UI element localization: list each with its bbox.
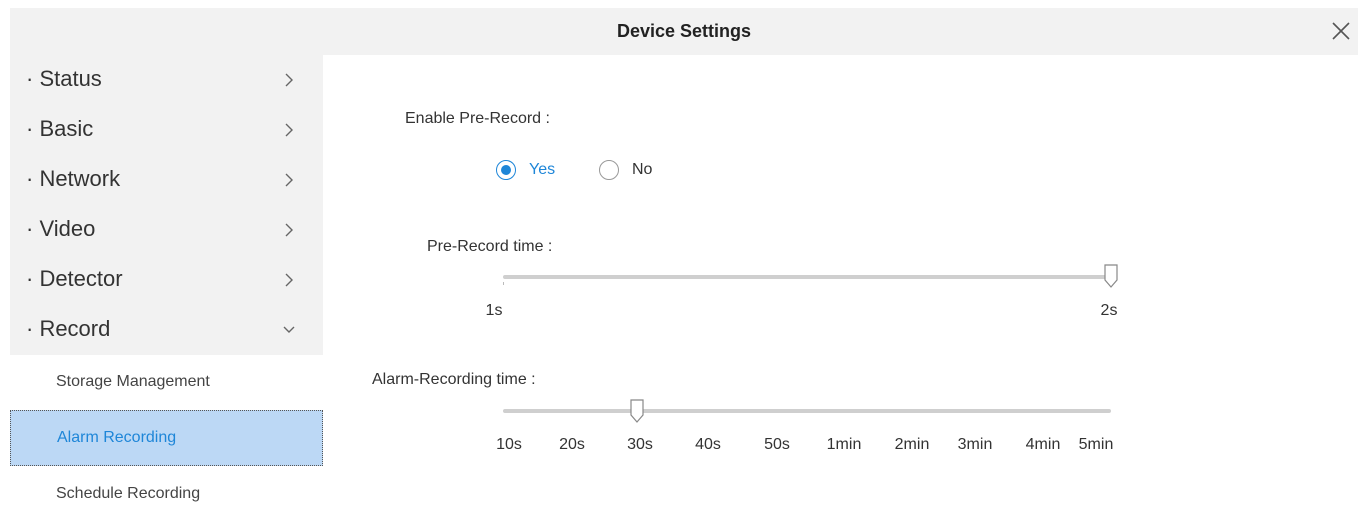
radio-label: Yes (529, 161, 556, 178)
sidebar-item-status[interactable]: · Status (10, 55, 323, 105)
submenu-item-storage-management[interactable]: Storage Management (10, 355, 323, 411)
slider-tick-label: 2s (1100, 302, 1118, 319)
submenu-item-label: Storage Management (56, 373, 210, 390)
submenu-item-label: Schedule Recording (56, 485, 201, 502)
pre-record-time-slider[interactable] (503, 275, 1111, 279)
close-icon[interactable] (1328, 18, 1354, 44)
sidebar-item-label: · Basic (26, 116, 94, 141)
slider-tick-label: 20s (559, 436, 585, 453)
chevron-right-icon (285, 123, 293, 137)
sidebar-item-basic[interactable]: · Basic (10, 105, 323, 155)
chevron-right-icon (285, 223, 293, 237)
pre-record-time-label: Pre-Record time : (427, 238, 553, 255)
sidebar-item-label: · Status (26, 66, 102, 91)
slider-tick-label: 30s (627, 436, 653, 453)
pre-record-time-slider-handle[interactable] (1104, 264, 1118, 288)
submenu-item-label: Alarm Recording (57, 429, 177, 446)
chevron-down-icon (283, 326, 295, 333)
sidebar: · Status · Basic · Network · Video · Det… (10, 55, 323, 527)
radio-label: No (632, 161, 653, 178)
enable-pre-record-label: Enable Pre-Record : (405, 110, 550, 127)
slider-tick (503, 282, 504, 285)
chevron-right-icon (285, 173, 293, 187)
sidebar-item-record[interactable]: · Record (10, 305, 323, 355)
slider-tick-label: 2min (894, 436, 930, 453)
title-bar: Device Settings (10, 8, 1358, 55)
slider-tick-label: 50s (764, 436, 790, 453)
slider-tick-label: 1s (485, 302, 503, 319)
page-title: Device Settings (616, 21, 752, 41)
slider-tick-label: 5min (1078, 436, 1114, 453)
sidebar-item-label: · Network (26, 166, 121, 191)
slider-tick-label: 1min (826, 436, 862, 453)
alarm-recording-time-slider[interactable] (503, 409, 1111, 413)
sidebar-item-label: · Video (26, 216, 96, 241)
sidebar-item-label: · Detector (26, 266, 123, 291)
slider-tick-label: 3min (957, 436, 993, 453)
sidebar-item-network[interactable]: · Network (10, 155, 323, 205)
sidebar-item-detector[interactable]: · Detector (10, 255, 323, 305)
radio-checked-icon (496, 160, 516, 180)
sidebar-item-label: · Record (26, 316, 111, 341)
alarm-recording-time-slider-handle[interactable] (630, 399, 644, 423)
slider-tick-label: 10s (496, 436, 522, 453)
alarm-recording-time-label: Alarm-Recording time : (372, 371, 536, 388)
slider-tick-label: 4min (1025, 436, 1061, 453)
submenu-item-schedule-recording[interactable]: Schedule Recording (10, 467, 323, 523)
sidebar-item-video[interactable]: · Video (10, 205, 323, 255)
radio-unchecked-icon (599, 160, 619, 180)
submenu-item-alarm-recording[interactable]: Alarm Recording (10, 410, 323, 466)
chevron-right-icon (285, 73, 293, 87)
slider-tick-label: 40s (695, 436, 721, 453)
chevron-right-icon (285, 273, 293, 287)
